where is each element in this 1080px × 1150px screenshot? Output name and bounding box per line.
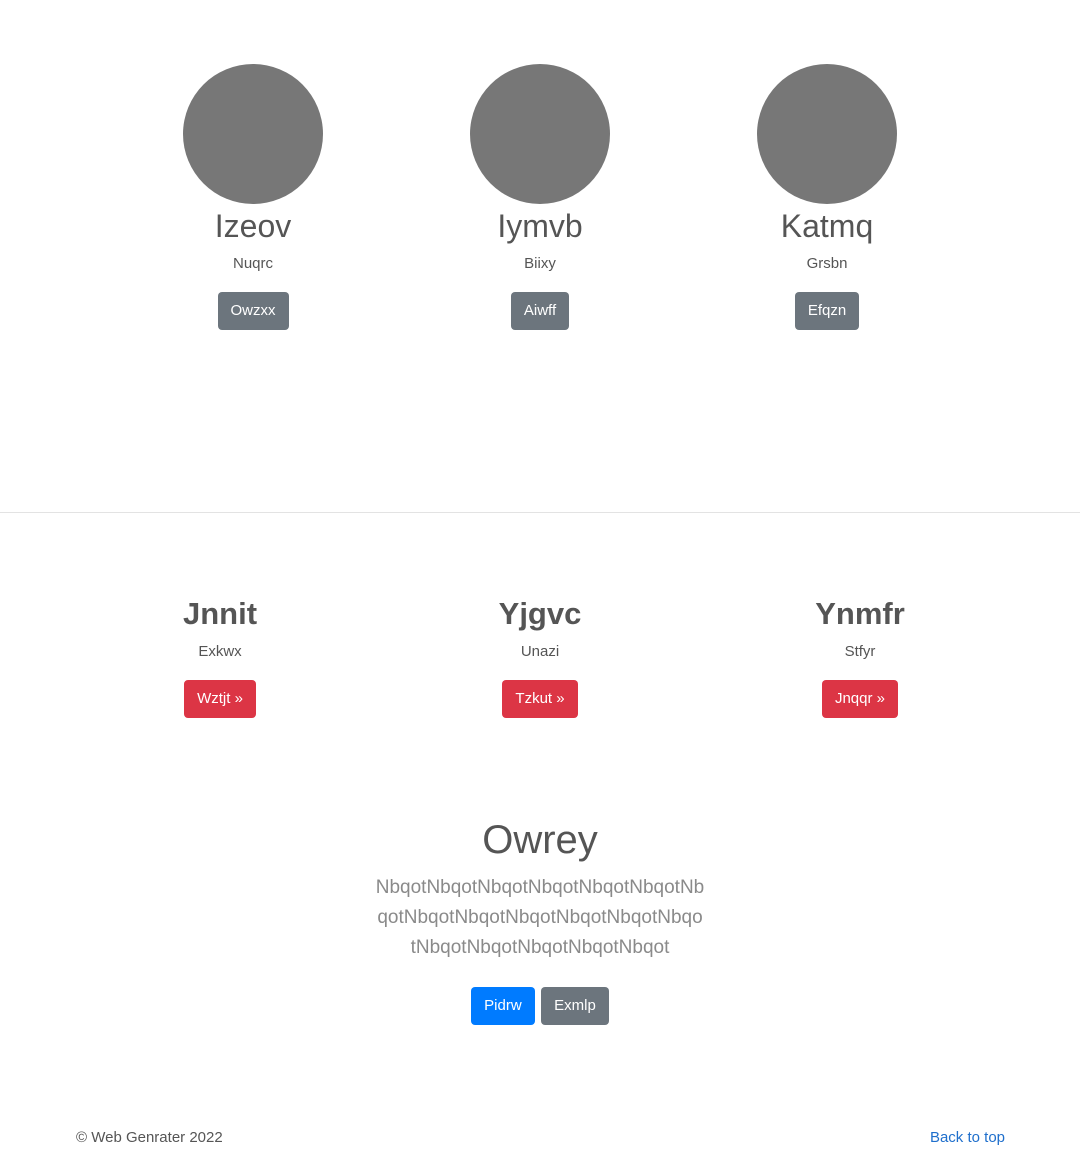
feature-button[interactable]: Tzkut » <box>502 680 578 718</box>
profile-card: Iymvb Biixy Aiwff <box>420 64 660 330</box>
profile-subtitle: Grsbn <box>806 255 848 272</box>
section-divider <box>0 512 1080 513</box>
hero-secondary-button[interactable]: Exmlp <box>541 987 609 1025</box>
hero-actions: Pidrw Exmlp <box>0 987 1080 1025</box>
features-section: Jnnit Exkwx Wztjt » Yjgvc Unazi Tzkut » … <box>0 596 1080 726</box>
avatar <box>183 64 323 204</box>
feature-title: Yjgvc <box>498 596 582 631</box>
feature-subtitle: Stfyr <box>844 643 876 660</box>
hero-text: NbqotNbqotNbqotNbqotNbqotNbqotNbqotNbqot… <box>375 877 705 958</box>
profile-subtitle: Biixy <box>524 255 556 272</box>
feature-title: Ynmfr <box>815 596 905 631</box>
feature-title: Jnnit <box>182 596 258 631</box>
profile-subtitle: Nuqrc <box>232 255 273 272</box>
profile-button[interactable]: Aiwff <box>510 292 570 330</box>
profile-name: Iymvb <box>497 208 583 244</box>
hero-section: Owrey NbqotNbqotNbqotNbqotNbqotNbqotNbqo… <box>0 815 1080 1025</box>
feature-button[interactable]: Wztjt » <box>184 680 256 718</box>
back-to-top-link[interactable]: Back to top <box>930 1128 1005 1148</box>
feature-column: Ynmfr Stfyr Jnqqr » <box>740 596 980 718</box>
footer: © Web Genrater 2022 Back to top <box>76 1128 1005 1150</box>
hero-title: Owrey <box>482 818 598 862</box>
feature-button[interactable]: Jnqqr » <box>821 680 899 718</box>
hero-primary-button[interactable]: Pidrw <box>471 987 535 1025</box>
copyright-text: © Web Genrater 2022 <box>76 1129 223 1146</box>
avatar <box>757 64 897 204</box>
feature-subtitle: Unazi <box>520 643 560 660</box>
profile-name: Izeov <box>214 208 292 244</box>
profile-name: Katmq <box>780 208 874 244</box>
avatar <box>470 64 610 204</box>
profile-button[interactable]: Efqzn <box>794 292 860 330</box>
profile-button[interactable]: Owzxx <box>217 292 289 330</box>
profiles-section: Izeov Nuqrc Owzxx Iymvb Biixy Aiwff Katm… <box>0 64 1080 334</box>
feature-subtitle: Exkwx <box>198 643 242 660</box>
profile-card: Izeov Nuqrc Owzxx <box>133 64 373 330</box>
profile-card: Katmq Grsbn Efqzn <box>707 64 947 330</box>
feature-column: Jnnit Exkwx Wztjt » <box>100 596 340 718</box>
feature-column: Yjgvc Unazi Tzkut » <box>420 596 660 718</box>
